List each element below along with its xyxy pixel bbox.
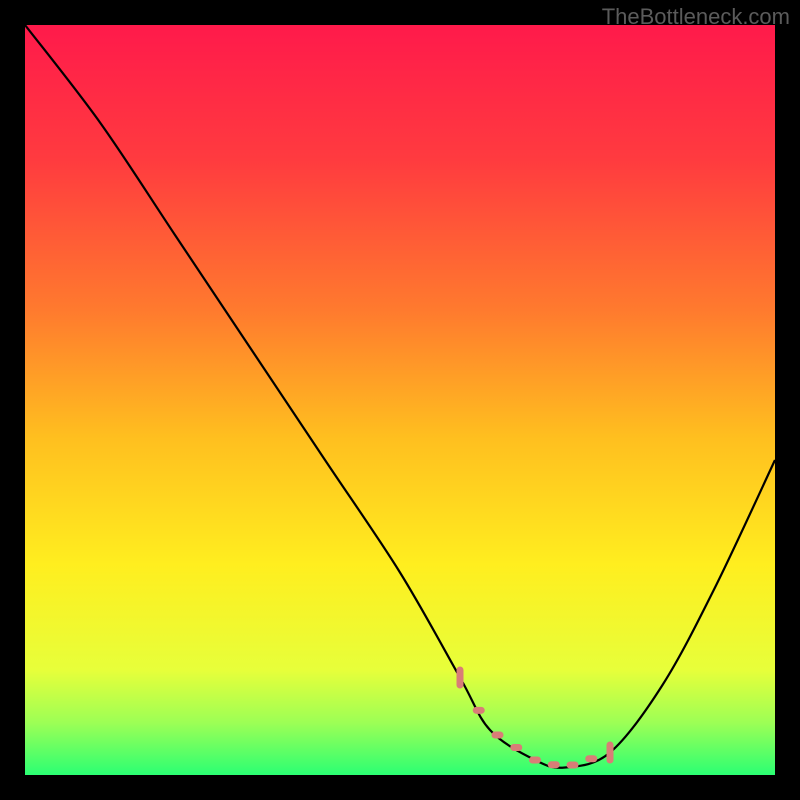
optimal-zone-dash bbox=[529, 757, 541, 764]
chart-container: TheBottleneck.com bbox=[0, 0, 800, 800]
plot-area bbox=[25, 25, 775, 775]
watermark-text: TheBottleneck.com bbox=[602, 4, 790, 30]
optimal-zone-dash bbox=[567, 762, 579, 769]
chart-svg bbox=[25, 25, 775, 775]
optimal-zone-dash bbox=[473, 707, 485, 714]
optimal-zone-dash bbox=[492, 732, 504, 739]
optimal-zone-cap bbox=[457, 667, 464, 689]
gradient-background bbox=[25, 25, 775, 775]
optimal-zone-dash bbox=[548, 761, 560, 768]
optimal-zone-dash bbox=[510, 744, 522, 751]
optimal-zone-cap bbox=[607, 742, 614, 764]
optimal-zone-dash bbox=[585, 755, 597, 762]
